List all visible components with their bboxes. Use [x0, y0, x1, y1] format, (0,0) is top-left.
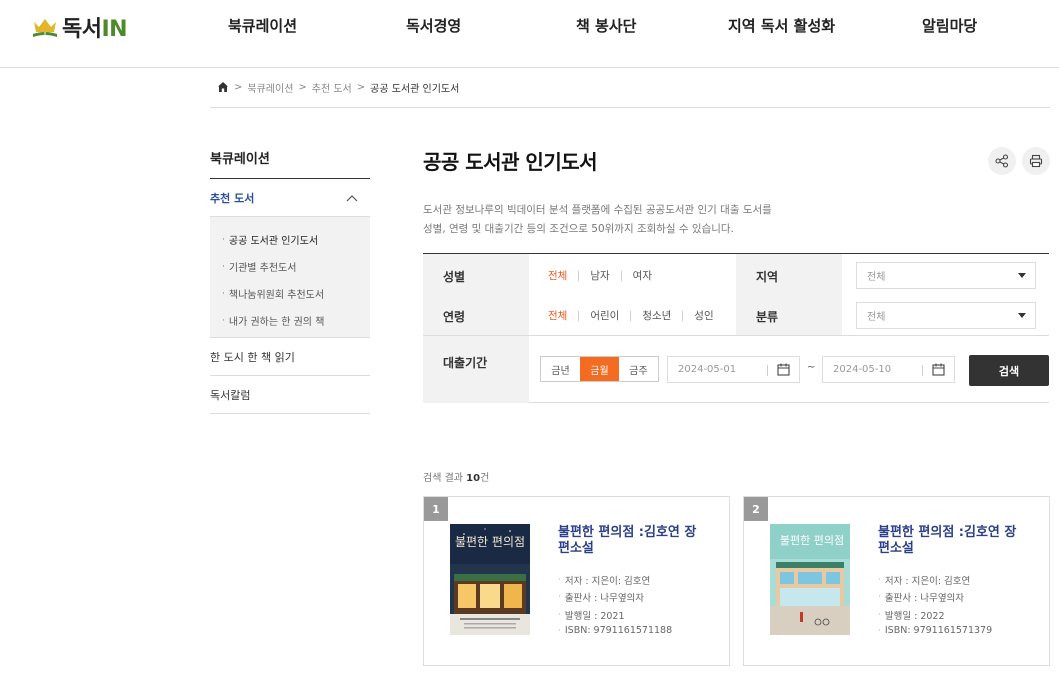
page-title: 공공 도서관 인기도서	[423, 150, 598, 174]
age-label: 연령	[443, 310, 466, 324]
region-label: 지역	[756, 270, 779, 284]
rank-badge: 2	[744, 497, 768, 521]
svg-text:불편한 편의점: 불편한 편의점	[780, 534, 844, 547]
breadcrumb-item-recommended[interactable]: 추천 도서	[312, 80, 352, 95]
lnb-submenu: · 공공 도서관 인기도서 · 기관별 추천도서 · 책나눔위원회 추천도서 · 내가 …	[210, 217, 370, 338]
period-this-month-button[interactable]: 금월	[580, 357, 619, 381]
book-isbn: · ISBN: 9791161571188	[558, 625, 673, 636]
gender-option-male[interactable]: 남자	[590, 268, 609, 283]
site-logo[interactable]: 독서IN	[31, 12, 128, 42]
period-label: 대출기간	[443, 356, 488, 370]
book-title[interactable]: 불편한 편의점 :김호연 장편소설	[878, 525, 1028, 557]
lnb-item-recommended[interactable]: 추천 도서	[210, 179, 370, 217]
caret-down-icon	[1018, 313, 1026, 318]
chevron-right-icon: >	[234, 81, 243, 93]
calendar-icon[interactable]	[932, 363, 945, 376]
lnb-title: 북큐레이션	[210, 140, 370, 179]
page-description: 도서관 정보나루의 빅데이터 분석 플랫폼에 수집된 공공도서관 인기 대출 도…	[423, 204, 772, 235]
age-option-teen[interactable]: 청소년	[642, 308, 671, 323]
period-this-year-button[interactable]: 금년	[541, 357, 580, 381]
logo-text-main: 독서	[62, 17, 102, 42]
calendar-icon[interactable]	[777, 363, 790, 376]
lnb-item-reading-column[interactable]: 독서칼럼	[210, 376, 370, 414]
home-icon[interactable]	[217, 81, 229, 93]
lnb-sub-item-public-library[interactable]: · 공공 도서관 인기도서	[222, 226, 370, 253]
gender-options: 전체 남자 여자	[548, 268, 652, 283]
nav-regional-reading[interactable]: 지역 독서 활성화	[728, 15, 835, 36]
book-pub-date: · 발행일 : 2021	[558, 610, 625, 622]
book-cover-image[interactable]: 불편한 편의점	[770, 524, 850, 635]
book-crown-icon	[33, 19, 57, 37]
print-button[interactable]	[1022, 147, 1050, 175]
book-publisher: · 출판사 : 나무옆의자	[558, 592, 645, 604]
lnb-sub-item-committee[interactable]: · 책나눔위원회 추천도서	[222, 280, 370, 307]
breadcrumb-item-current: 공공 도서관 인기도서	[370, 83, 460, 95]
search-button[interactable]: 검색	[969, 355, 1049, 386]
age-option-adult[interactable]: 성인	[694, 308, 713, 323]
result-count: 검색 결과 10건	[423, 473, 490, 484]
gender-option-all[interactable]: 전체	[548, 268, 567, 283]
date-from-input[interactable]: 2024-05-01	[667, 356, 800, 383]
breadcrumb: > 북큐레이션 > 추천 도서 > 공공 도서관 인기도서	[210, 79, 1050, 108]
category-select[interactable]: 전체	[856, 302, 1036, 329]
book-cover-image[interactable]: 불편한 편의점	[450, 524, 530, 635]
lnb-sub-item-my-pick[interactable]: · 내가 권하는 한 권의 책	[222, 307, 370, 334]
book-author: · 저자 : 지은이: 김호연	[878, 575, 971, 587]
nav-notice-board[interactable]: 알림마당	[922, 15, 977, 36]
age-options: 전체 어린이 청소년 성인	[548, 308, 714, 323]
date-to-input[interactable]: 2024-05-10	[822, 356, 955, 383]
site-header: 독서IN 북큐레이션 독서경영 책 봉사단 지역 독서 활성화 알림마당	[0, 0, 1059, 68]
book-title[interactable]: 불편한 편의점 :김호연 장편소설	[558, 525, 708, 557]
age-option-all[interactable]: 전체	[548, 308, 567, 323]
chevron-up-icon	[346, 194, 358, 201]
lnb-sub-item-institution[interactable]: · 기관별 추천도서	[222, 253, 370, 280]
share-icon	[995, 154, 1009, 168]
category-label: 분류	[756, 310, 779, 324]
search-filter: 성별 전체 남자 여자 지역 전체 연령 전체 어린이 청소년 성인 분류 전체…	[423, 253, 1049, 403]
period-buttons: 금년 금월 금주	[540, 356, 659, 382]
rank-badge: 1	[424, 497, 448, 521]
print-icon	[1029, 154, 1043, 168]
lnb-item-label: 추천 도서	[210, 191, 255, 205]
nav-book-curation[interactable]: 북큐레이션	[228, 15, 297, 36]
nav-reading-management[interactable]: 독서경영	[406, 15, 461, 36]
book-card[interactable]: 2 불편한 편의점 불편한 편의점 :김호연 장편소설 · 저자 : 지은이: 김…	[743, 496, 1050, 666]
logo-text-accent: IN	[101, 17, 128, 42]
breadcrumb-item-curation[interactable]: 북큐레이션	[247, 80, 293, 95]
book-card[interactable]: 1 불편한 편의점 불편한 편의점 :김호연 장편소설 · 저자 : 지은이: 김…	[423, 496, 730, 666]
period-this-week-button[interactable]: 금주	[619, 357, 658, 381]
side-navigation: 북큐레이션 추천 도서 · 공공 도서관 인기도서 · 기관별 추천도서 · 책나눔위…	[210, 140, 370, 414]
chevron-right-icon: >	[298, 81, 307, 93]
gender-option-female[interactable]: 여자	[633, 268, 652, 283]
nav-book-volunteers[interactable]: 책 봉사단	[576, 15, 636, 36]
svg-text:불편한 편의점: 불편한 편의점	[455, 535, 525, 549]
caret-down-icon	[1018, 273, 1026, 278]
region-select[interactable]: 전체	[856, 262, 1036, 289]
gender-label: 성별	[443, 270, 466, 284]
book-isbn: · ISBN: 9791161571379	[878, 625, 993, 636]
age-option-child[interactable]: 어린이	[590, 308, 619, 323]
lnb-item-one-city-one-book[interactable]: 한 도시 한 책 읽기	[210, 338, 370, 376]
chevron-right-icon: >	[356, 81, 366, 93]
book-publisher: · 출판사 : 나무옆의자	[878, 592, 965, 604]
date-range-separator: ~	[807, 362, 816, 373]
result-count-value: 10	[466, 473, 481, 484]
book-pub-date: · 발행일 : 2022	[878, 610, 945, 622]
share-button[interactable]	[988, 147, 1016, 175]
book-author: · 저자 : 지은이: 김호연	[558, 575, 651, 587]
